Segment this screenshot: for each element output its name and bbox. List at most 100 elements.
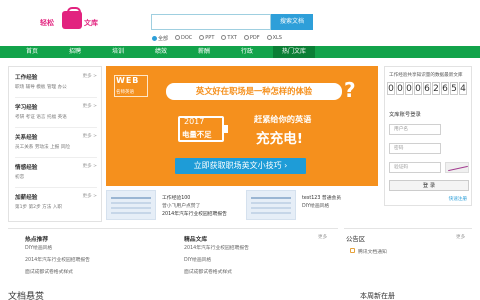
nav-salary[interactable]: 薪酬 (184, 46, 224, 58)
file-type-filters: 全部 DOC PPT TXT PDF XLS (152, 35, 282, 43)
side-group-links[interactable]: 考研 考证 语言 托福 英语 (15, 114, 97, 120)
logo-text-right: 文库 (84, 19, 98, 27)
captcha-field[interactable]: 验证码 (389, 162, 441, 173)
doc-card[interactable]: 工作经验100 曾小飞用户点赞了 2014年汽车行业校园招聘报告 (106, 188, 242, 222)
divider (8, 228, 338, 229)
side-group-work: 工作经验 更多 > 职场 辅导 模板 管理 办公 (15, 73, 97, 90)
banner-logo-title: WEB (116, 76, 140, 85)
login-title: 文库账号登录 (389, 112, 421, 118)
side-group-relations: 关系经验 更多 > 员工关系 劳动法 上报 风险 (15, 133, 97, 150)
bag-icon (62, 7, 82, 29)
list-item[interactable]: 面试成都试卷格式样式 (25, 268, 73, 275)
counter-digit: 0 (396, 82, 404, 95)
side-group-study: 学习经验 更多 > 考研 考证 语言 托福 英语 (15, 103, 97, 120)
nav-admin[interactable]: 行政 (227, 46, 267, 58)
password-field[interactable]: 密码 (389, 143, 441, 154)
radio-icon (152, 36, 157, 41)
more-link[interactable]: 更多 (318, 234, 327, 240)
counter-digit: 6 (423, 82, 431, 95)
divider (15, 157, 97, 158)
list-item[interactable]: 2014年汽车行业校园招聘报告 (184, 244, 249, 251)
category-sidebar: 工作经验 更多 > 职场 辅导 模板 管理 办公 学习经验 更多 > 考研 考证… (8, 66, 102, 222)
side-group-links[interactable]: 初恋 (15, 174, 97, 180)
nav-performance[interactable]: 绩效 (141, 46, 181, 58)
nav-home[interactable]: 首页 (12, 46, 52, 58)
premium-library-title: 精品文库 (184, 237, 208, 243)
banner-logo-subtitle: 名师英语 (116, 90, 134, 95)
side-group-links[interactable]: 职场 辅导 模板 管理 办公 (15, 84, 97, 90)
doc-card[interactable]: test123 普通会员 DIY绘画风格 (246, 188, 376, 222)
side-group-links[interactable]: 第1步 第2步 方法 入职 (15, 204, 97, 210)
more-link[interactable]: 更多 > (83, 193, 98, 199)
banner-subline: 赶紧给你的英语 (254, 114, 312, 124)
card-meta: 曾小飞用户点赞了 (162, 204, 201, 209)
counter-digit: 0 (405, 82, 413, 95)
logo-text-left: 轻松 (40, 19, 54, 27)
main-nav: 首页 招聘 培训 绩效 薪酬 行政 热门文库 (0, 46, 480, 58)
card-desc[interactable]: 2014年汽车行业校园招聘报告 (162, 210, 227, 217)
radio-icon (175, 35, 181, 40)
nav-training[interactable]: 培训 (98, 46, 138, 58)
more-link[interactable]: 更多 > (83, 103, 98, 109)
battery-year: 2017 (184, 117, 205, 126)
filter-ppt[interactable]: PPT (199, 35, 214, 43)
document-counter: 0 0 0 0 6 2 6 5 4 (387, 82, 467, 95)
weekly-new-heading: 本周新在册 (360, 292, 395, 300)
radio-icon (199, 35, 205, 40)
banner-charge-text: 充充电! (256, 131, 303, 147)
radio-icon (266, 35, 272, 40)
list-item[interactable]: DIY绘画风格 (25, 244, 52, 251)
register-link[interactable]: 快速注册 (449, 196, 467, 202)
filter-all[interactable]: 全部 (152, 35, 168, 43)
side-group-links[interactable]: 员工关系 劳动法 上报 风险 (15, 144, 97, 150)
list-item[interactable]: 面试成都试卷格式样式 (184, 268, 232, 275)
filter-xls[interactable]: XLS (266, 35, 282, 43)
counter-digit: 0 (387, 82, 395, 95)
more-link[interactable]: 更多 > (83, 163, 98, 169)
username-field[interactable]: 用户名 (389, 124, 441, 135)
banner-cta-button[interactable]: 立即获取职场英文小技巧 › (175, 158, 306, 174)
filter-txt[interactable]: TXT (221, 35, 237, 43)
stat-label: 工作经验共享知识量的数据最新文库 (389, 73, 463, 78)
search-button[interactable]: 搜索文档 (271, 14, 313, 30)
divider (15, 187, 97, 188)
card-meta: DIY绘画风格 (302, 204, 330, 209)
card-title[interactable]: test123 普通会员 (302, 194, 341, 201)
more-link[interactable]: 更多 > (83, 73, 98, 79)
doc-thumbnail[interactable] (106, 190, 156, 220)
nav-recruit[interactable]: 招聘 (55, 46, 95, 58)
nav-hot-library[interactable]: 热门文库 (273, 46, 315, 58)
doc-thumbnail[interactable] (246, 190, 296, 220)
counter-digit: 4 (459, 82, 467, 95)
login-button[interactable]: 登 录 (389, 180, 469, 191)
captcha-image[interactable] (445, 162, 469, 173)
more-link[interactable]: 更多 (456, 234, 465, 240)
filter-doc[interactable]: DOC (175, 35, 192, 43)
more-link[interactable]: 更多 > (83, 133, 98, 139)
stats-login-panel: 工作经验共享知识量的数据最新文库 0 0 0 0 6 2 6 5 4 文库账号登… (384, 66, 472, 206)
filter-pdf[interactable]: PDF (243, 35, 260, 43)
search-input[interactable] (151, 14, 271, 30)
radio-icon (221, 35, 227, 40)
radio-icon (243, 35, 249, 40)
divider (15, 127, 97, 128)
notice-title: 公告区 (346, 235, 366, 243)
side-group-emotion: 情感经验 更多 > 初恋 (15, 163, 97, 180)
counter-digit: 5 (450, 82, 458, 95)
battery-label: 电量不足 (182, 130, 212, 139)
doc-reward-heading: 文档悬赏 (8, 292, 45, 300)
counter-digit: 6 (441, 82, 449, 95)
list-item[interactable]: 2014年汽车行业校园招聘报告 (25, 256, 90, 263)
divider (15, 97, 97, 98)
side-group-raise: 加薪经验 更多 > 第1步 第2步 方法 入职 (15, 193, 97, 210)
hot-recommend-title: 热点推荐 (25, 237, 49, 243)
bell-icon (350, 248, 355, 253)
card-title[interactable]: 工作经验100 (162, 194, 190, 201)
question-mark-icon: ? (344, 78, 356, 102)
counter-digit: 0 (414, 82, 422, 95)
list-item[interactable]: 腾讯文档通知 (358, 248, 387, 255)
promo-banner[interactable]: WEB 名师英语 英文好在职场是一种怎样的体验 ? 2017 电量不足 赶紧给你… (106, 66, 378, 186)
divider (344, 228, 472, 229)
list-item[interactable]: DIY绘画风格 (184, 256, 211, 263)
site-logo[interactable]: 轻松 文库 (40, 7, 100, 34)
